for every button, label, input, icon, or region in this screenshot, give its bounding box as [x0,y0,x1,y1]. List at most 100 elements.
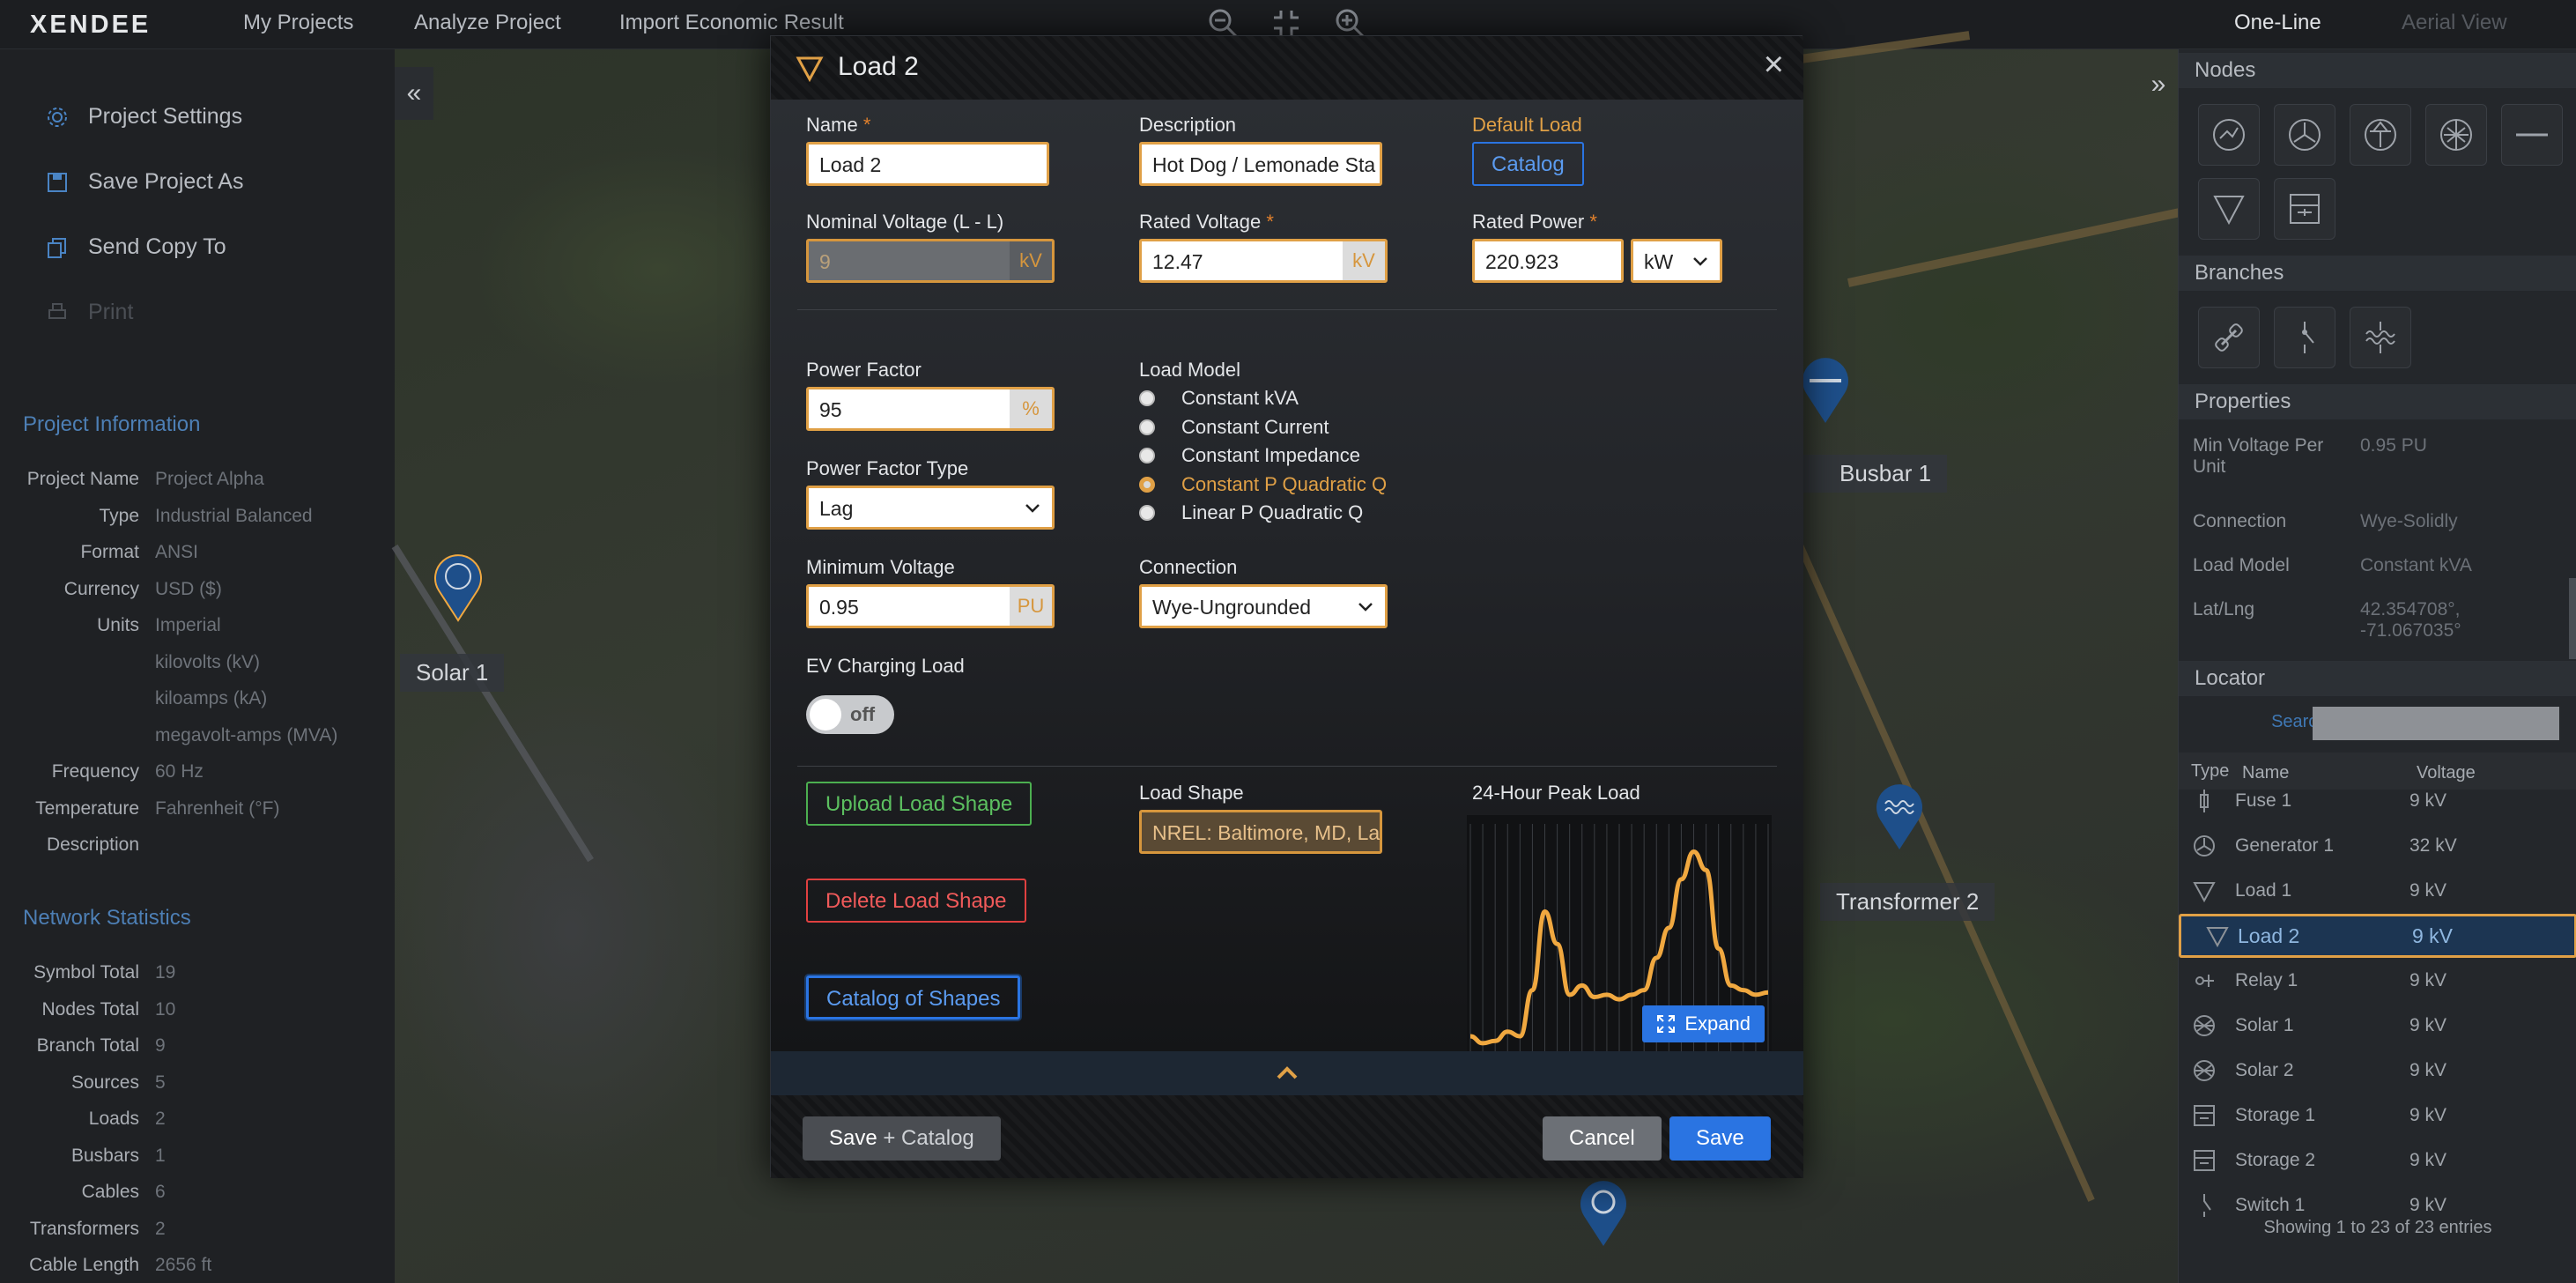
menu-label: Project Settings [88,104,243,129]
close-icon[interactable]: × [1764,45,1784,85]
map-label-solar-1[interactable]: Solar 1 [400,654,505,692]
row-name: Relay 1 [2235,970,2298,990]
table-row[interactable]: Storage 1 9 kV [2179,1094,2576,1138]
menu-save-project-as[interactable]: Save Project As [46,169,243,195]
radio-label: Constant P Quadratic Q [1181,472,1388,495]
rated-voltage-input[interactable]: 12.47 kV [1139,239,1388,283]
power-factor-type-select[interactable]: Lag [806,486,1055,530]
menu-label: Save Project As [88,169,244,194]
description-input[interactable]: Hot Dog / Lemonade Sta [1139,142,1382,186]
ev-charging-toggle[interactable]: off [806,695,894,734]
menu-send-copy-to[interactable]: Send Copy To [46,234,226,260]
rated-power-unit-select[interactable]: kW [1631,239,1722,283]
cancel-button[interactable]: Cancel [1543,1116,1662,1161]
minimum-voltage-input[interactable]: 0.95 PU [806,584,1055,628]
load-model-radio[interactable]: Constant kVA [1139,387,1299,410]
gear-icon [48,107,67,127]
table-row[interactable]: Relay 1 9 kV [2179,959,2576,1003]
row-name: Storage 1 [2235,1105,2316,1125]
property-row: Lat/Lng 42.354708°, -71.067035° [2193,599,2554,642]
save-catalog-label: Save [829,1126,877,1150]
project-info-title: Project Information [23,412,201,436]
transformer-pin-icon[interactable] [1871,781,1928,851]
info-value: 2656 ft [155,1255,212,1275]
tab-aerial-view[interactable]: Aerial View [2402,11,2507,35]
tab-one-line[interactable]: One-Line [2234,11,2321,35]
table-row[interactable]: Load 2 9 kV [2179,914,2576,958]
branch-transformer-button[interactable] [2350,307,2411,368]
table-row[interactable]: Generator 1 32 kV [2179,824,2576,868]
load-shape-label: Load Shape [1139,782,1244,804]
node-busbar-button[interactable] [2501,104,2563,166]
save-icon [48,172,67,192]
menu-print[interactable]: Print [46,300,133,325]
map-label-transformer-2[interactable]: Transformer 2 [1820,883,1995,921]
peak-load-label: 24-Hour Peak Load [1472,782,1640,804]
node-generator-button[interactable] [2198,104,2260,166]
nav-my-projects[interactable]: My Projects [243,11,353,35]
percent-unit: % [1010,389,1052,428]
catalog-of-shapes-button[interactable]: Catalog of Shapes [806,975,1021,1020]
node-load-button[interactable] [2198,178,2260,240]
column-voltage[interactable]: Voltage [2417,763,2476,783]
catalog-button[interactable]: Catalog [1472,142,1584,186]
save-button[interactable]: Save [1669,1116,1771,1161]
power-factor-input[interactable]: 95% [806,387,1055,431]
load-model-radio[interactable]: Constant Current [1139,416,1329,439]
expand-icon [1657,1015,1676,1033]
load-model-radio[interactable]: Linear P Quadratic Q [1139,501,1363,524]
radio-dot [1139,390,1155,406]
connection-select[interactable]: Wye-Ungrounded [1139,584,1388,628]
name-input[interactable]: Load 2 [806,142,1049,186]
load-model-radio[interactable]: Constant P Quadratic Q [1139,473,1387,496]
power-factor-label: Power Factor [806,359,922,381]
table-row[interactable]: Storage 2 9 kV [2179,1138,2576,1183]
map-label-busbar-1[interactable]: Busbar 1 [1787,455,1948,493]
solar-pin-icon[interactable] [430,552,486,622]
name-label-text: Name [806,114,858,136]
info-value: megavolt-amps (MVA) [155,724,338,745]
collapse-section-button[interactable] [771,1051,1803,1095]
row-name: Load 1 [2235,880,2292,901]
save-catalog-button[interactable]: Save + Catalog [803,1116,1001,1161]
collapse-right-panel-button[interactable]: » [2139,58,2178,111]
peak-load-chart: Expand [1467,815,1772,1072]
info-key: Description [46,834,139,855]
node-wind-button[interactable] [2274,104,2335,166]
locator-search-input[interactable] [2313,707,2559,740]
locator-table: Fuse 19 kV Generator 1 32 kV Load 19 kV Load… [2179,790,2576,1257]
row-name: Solar 2 [2235,1060,2294,1080]
upload-load-shape-button[interactable]: Upload Load Shape [806,782,1033,826]
properties-scrollbar[interactable] [2569,578,2576,659]
busbar-pin-icon[interactable] [1797,354,1854,425]
menu-project-settings[interactable]: Project Settings [46,104,242,130]
node-utility-button[interactable] [2350,104,2411,166]
table-row[interactable]: Fuse 1 9 kV [2179,790,2576,823]
table-row[interactable]: Load 1 9 kV [2179,869,2576,913]
nav-import-economic-result[interactable]: Import Economic Result [619,11,844,35]
minimum-voltage-label: Minimum Voltage [806,556,955,578]
nav-analyze-project[interactable]: Analyze Project [414,11,561,35]
column-type[interactable]: Type [2191,761,2229,782]
branch-switch-button[interactable] [2274,307,2335,368]
row-voltage: 9 kV [2412,923,2454,947]
toggle-state: off [850,703,876,725]
expand-button[interactable]: Expand [1642,1005,1765,1042]
rated-power-input[interactable]: 220.923 [1472,239,1624,283]
table-row[interactable]: Solar 1 9 kV [2179,1004,2576,1048]
node-solar-button[interactable] [2425,104,2487,166]
generator-pin-icon[interactable] [1575,1177,1632,1248]
node-storage-button[interactable] [2274,178,2335,240]
table-row[interactable]: Solar 2 9 kV [2179,1049,2576,1093]
delete-load-shape-button[interactable]: Delete Load Shape [806,879,1026,923]
wind-icon [2289,119,2321,151]
column-name[interactable]: Name [2242,763,2289,783]
info-key: Project Name [26,469,139,489]
chevron-up-icon [1277,1066,1298,1079]
collapse-left-panel-button[interactable]: « [395,67,433,120]
chevron-down-icon [1693,257,1707,266]
load-model-radio[interactable]: Constant Impedance [1139,444,1360,467]
load-dialog: Load 2 × Name * Load 2 Description Hot D… [770,35,1803,1178]
cable-icon [2215,323,2243,352]
branch-cable-button[interactable] [2198,307,2260,368]
